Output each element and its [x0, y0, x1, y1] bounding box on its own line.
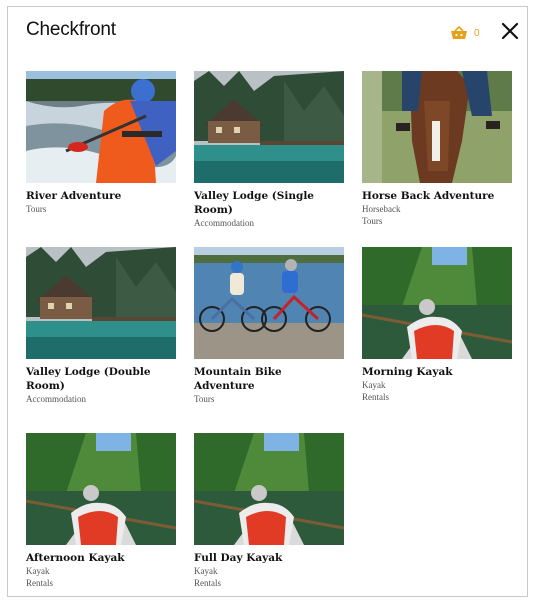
basket-icon: [451, 26, 467, 39]
river-adventure-image: [26, 71, 176, 183]
cart-button[interactable]: 0: [450, 23, 490, 43]
product-category: Tours: [362, 216, 383, 226]
valley-lodge-image: [194, 71, 344, 183]
product-title: Horse Back Adventure: [362, 190, 495, 202]
product-category: Rentals: [26, 578, 53, 588]
product-card[interactable]: Mountain Bike Adventure Tours: [194, 247, 344, 405]
product-card[interactable]: Morning Kayak Kayak Rentals: [362, 247, 512, 403]
product-category: Kayak: [194, 566, 218, 576]
horse-image: [362, 71, 512, 183]
valley-lodge-image: [26, 247, 176, 359]
product-category: Rentals: [362, 392, 389, 402]
product-title: Valley Lodge (Double Room): [26, 366, 151, 392]
product-panel: Checkfront 0 River Adventure Tours Valle…: [7, 6, 528, 597]
product-card[interactable]: Afternoon Kayak Kayak Rentals: [26, 433, 176, 589]
kayak-image: [26, 433, 176, 545]
product-card[interactable]: Horse Back Adventure Horseback Tours: [362, 71, 512, 227]
kayak-image: [194, 433, 344, 545]
product-title: Full Day Kayak: [194, 552, 283, 564]
brand-title: Checkfront: [26, 19, 116, 40]
product-title: Mountain Bike Adventure: [194, 366, 282, 392]
product-title: Valley Lodge (Single Room): [194, 190, 314, 216]
product-category: Kayak: [362, 380, 386, 390]
product-category: Kayak: [26, 566, 50, 576]
header: Checkfront 0: [8, 7, 527, 57]
bikes-image: [194, 247, 344, 359]
product-category: Tours: [26, 204, 47, 214]
close-icon[interactable]: [501, 22, 519, 40]
product-category: Tours: [194, 394, 215, 404]
product-card[interactable]: River Adventure Tours: [26, 71, 176, 215]
product-card[interactable]: Valley Lodge (Single Room) Accommodation: [194, 71, 344, 229]
cart-count: 0: [474, 27, 480, 39]
product-category: Accommodation: [194, 218, 254, 228]
product-card[interactable]: Valley Lodge (Double Room) Accommodation: [26, 247, 176, 405]
product-category: Accommodation: [26, 394, 86, 404]
product-category: Rentals: [194, 578, 221, 588]
product-card[interactable]: Full Day Kayak Kayak Rentals: [194, 433, 344, 589]
product-title: River Adventure: [26, 190, 122, 202]
kayak-image: [362, 247, 512, 359]
product-title: Afternoon Kayak: [26, 552, 125, 564]
product-title: Morning Kayak: [362, 366, 453, 378]
product-category: Horseback: [362, 204, 401, 214]
